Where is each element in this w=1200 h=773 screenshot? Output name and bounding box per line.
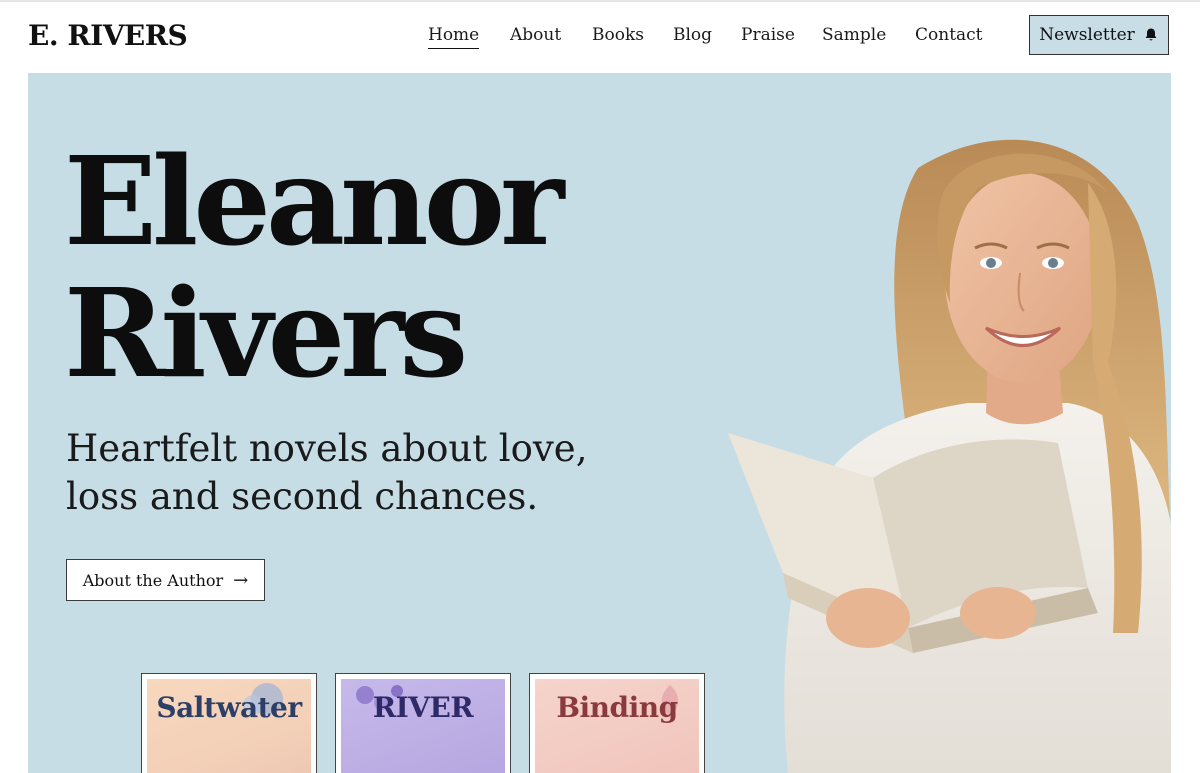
newsletter-label: Newsletter [1039, 25, 1135, 45]
about-author-button[interactable]: About the Author → [66, 559, 265, 601]
book-card-binding[interactable]: Binding [529, 673, 705, 773]
author-portrait-image [728, 139, 1171, 773]
nav-blog[interactable]: Blog [673, 24, 712, 48]
nav-contact[interactable]: Contact [915, 24, 983, 48]
book-title: Saltwater [156, 691, 302, 724]
book-cover: RIVER [341, 679, 505, 773]
site-logo[interactable]: E. RIVERS [28, 16, 188, 56]
bell-icon [1145, 28, 1157, 41]
book-title: Binding [556, 691, 678, 724]
nav-praise[interactable]: Praise [741, 24, 795, 48]
nav-about[interactable]: About [510, 24, 561, 48]
book-card-saltwater[interactable]: Saltwater [141, 673, 317, 773]
cta-label: About the Author [82, 570, 224, 590]
headline-first-name: Eleanor [64, 129, 564, 273]
hero-headline: Eleanor Rivers [64, 129, 564, 405]
nav-home[interactable]: Home [428, 24, 480, 49]
book-title: RIVER [372, 691, 474, 724]
newsletter-button[interactable]: Newsletter [1029, 15, 1169, 55]
top-border [0, 0, 1200, 2]
hero-section: Eleanor Rivers Heartfelt novels about lo… [28, 73, 1171, 773]
book-cover: Saltwater [147, 679, 311, 773]
book-cover: Binding [535, 679, 699, 773]
nav-books[interactable]: Books [592, 24, 644, 48]
nav-sample[interactable]: Sample [822, 24, 886, 48]
arrow-right-icon: → [233, 569, 249, 591]
book-card-river[interactable]: RIVER [335, 673, 511, 773]
headline-last-name: Rivers [64, 261, 468, 405]
hero-tagline: Heartfelt novels about love, loss and se… [66, 427, 588, 518]
